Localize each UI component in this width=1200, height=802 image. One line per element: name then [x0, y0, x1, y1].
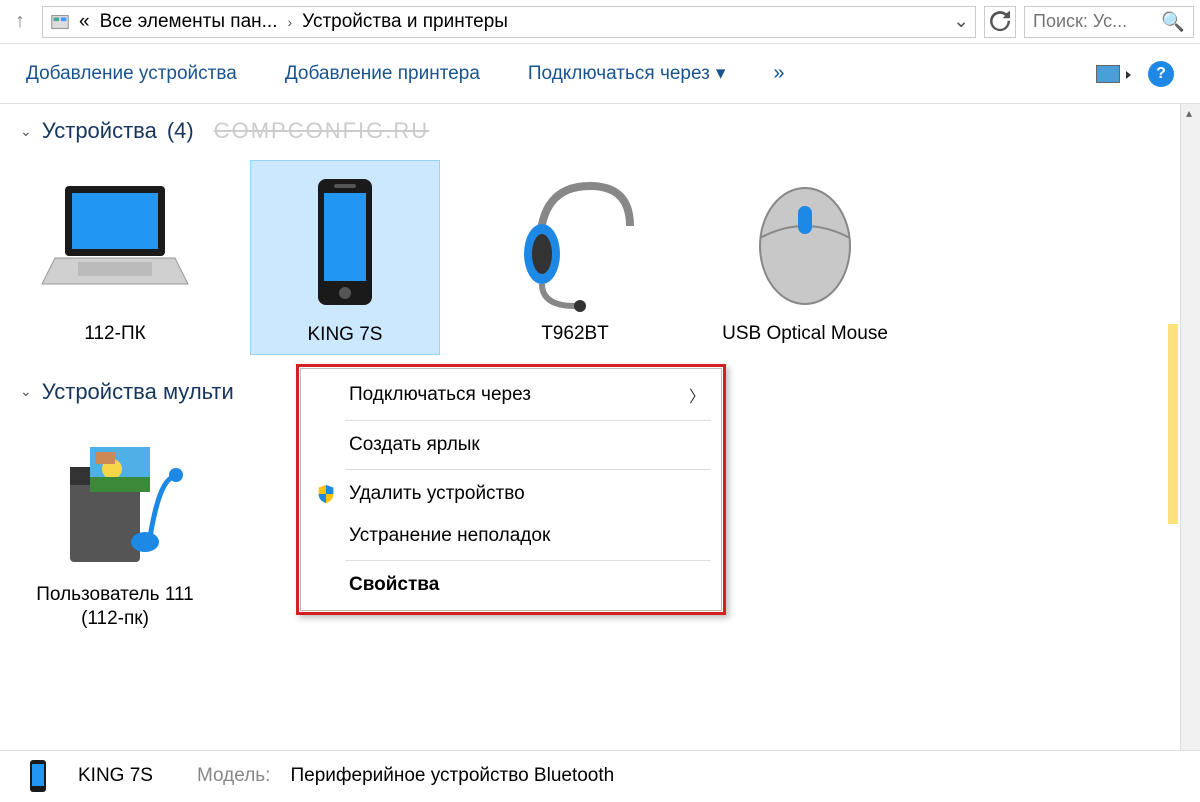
menu-label: Устранение неполадок — [349, 525, 550, 547]
menu-properties[interactable]: Свойства — [301, 564, 721, 606]
section-multimedia-title: Устройства мульти — [42, 379, 234, 405]
chevron-down-icon: ⌄ — [20, 123, 32, 140]
breadcrumb-path: « Все элементы пан... › Устройства и при… — [79, 11, 508, 33]
breadcrumb-prefix: « — [79, 11, 90, 33]
refresh-button[interactable] — [984, 6, 1016, 38]
search-box[interactable]: 🔍 — [1024, 6, 1194, 38]
phone-icon — [260, 167, 430, 317]
breadcrumb-item-1[interactable]: Все элементы пан... — [100, 11, 278, 33]
vertical-scrollbar[interactable] — [1180, 104, 1200, 750]
watermark-text: COMPCONFIG.RU — [214, 118, 429, 144]
section-devices-header[interactable]: ⌄ Устройства (4) COMPCONFIG.RU — [0, 104, 1200, 154]
toolbar-more-button[interactable]: » — [773, 62, 784, 85]
menu-label: Подключаться через — [349, 384, 531, 406]
chevron-right-icon: › — [287, 14, 292, 30]
details-phone-icon — [18, 756, 58, 796]
menu-create-shortcut[interactable]: Создать ярлык — [301, 424, 721, 466]
menu-label: Создать ярлык — [349, 434, 480, 456]
laptop-icon — [30, 166, 200, 316]
uac-shield-icon — [315, 483, 337, 505]
mouse-icon — [720, 166, 890, 316]
connect-via-label: Подключаться через — [528, 63, 710, 85]
annotation-strip — [1168, 324, 1178, 524]
content-area: ⌄ Устройства (4) COMPCONFIG.RU 112-ПК KI… — [0, 104, 1200, 750]
help-icon[interactable]: ? — [1148, 61, 1174, 87]
details-model-label: Модель: — [197, 765, 270, 787]
device-label: 112-ПК — [84, 322, 145, 347]
search-input[interactable] — [1033, 11, 1155, 32]
nav-up-icon[interactable]: ↑ — [6, 8, 34, 36]
view-mode-button[interactable] — [1096, 65, 1120, 83]
toolbar: Добавление устройства Добавление принтер… — [0, 44, 1200, 104]
control-panel-icon — [49, 11, 71, 33]
details-device-name: KING 7S — [78, 765, 153, 787]
menu-separator — [345, 469, 711, 470]
media-device-icon — [30, 427, 200, 577]
section-devices-count: (4) — [167, 118, 194, 144]
device-phone[interactable]: KING 7S — [250, 160, 440, 355]
device-label: KING 7S — [308, 323, 383, 348]
menu-label: Свойства — [349, 574, 439, 596]
details-model-value: Периферийное устройство Bluetooth — [290, 765, 614, 787]
add-device-button[interactable]: Добавление устройства — [26, 63, 237, 85]
device-label: USB Optical Mouse — [722, 322, 888, 347]
section-devices-title: Устройства — [42, 118, 157, 144]
device-label: Пользователь 111 (112-пк) — [26, 583, 204, 632]
headset-icon — [490, 166, 660, 316]
details-pane: KING 7S Модель: Периферийное устройство … — [0, 750, 1200, 800]
search-icon[interactable]: 🔍 — [1161, 10, 1185, 34]
breadcrumb[interactable]: « Все элементы пан... › Устройства и при… — [42, 6, 976, 38]
menu-remove-device[interactable]: Удалить устройство — [301, 473, 721, 515]
menu-troubleshoot[interactable]: Устранение неполадок — [301, 515, 721, 557]
menu-separator — [345, 560, 711, 561]
breadcrumb-expand-icon[interactable]: ⌄ — [953, 10, 969, 33]
breadcrumb-item-2[interactable]: Устройства и принтеры — [302, 11, 508, 33]
menu-separator — [345, 420, 711, 421]
connect-via-button[interactable]: Подключаться через ▾ — [528, 62, 726, 85]
device-headset[interactable]: T962BT — [480, 160, 670, 355]
device-label: T962BT — [541, 322, 609, 347]
menu-label: Удалить устройство — [349, 483, 525, 505]
device-mouse[interactable]: USB Optical Mouse — [710, 160, 900, 355]
device-media[interactable]: Пользователь 111 (112-пк) — [20, 421, 210, 638]
context-menu: Подключаться через 〉 Создать ярлык Удали… — [296, 364, 726, 615]
address-bar: ↑ « Все элементы пан... › Устройства и п… — [0, 0, 1200, 44]
submenu-arrow-icon: 〉 — [689, 383, 705, 407]
menu-connect-via[interactable]: Подключаться через 〉 — [301, 373, 721, 417]
devices-grid: 112-ПК KING 7S T962BT USB Optical Mouse — [0, 154, 1200, 355]
add-printer-button[interactable]: Добавление принтера — [285, 63, 480, 85]
dropdown-caret-icon: ▾ — [716, 62, 726, 85]
chevron-down-icon: ⌄ — [20, 383, 32, 400]
device-laptop[interactable]: 112-ПК — [20, 160, 210, 355]
